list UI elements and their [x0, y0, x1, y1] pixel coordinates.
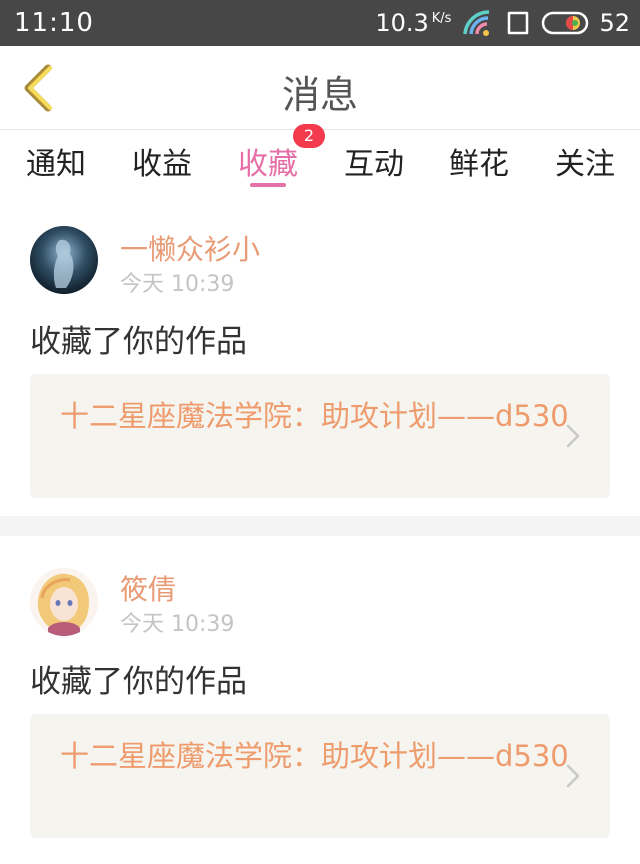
sim-icon	[508, 11, 529, 35]
timestamp: 今天 10:39	[120, 612, 235, 637]
avatar-image	[30, 226, 98, 294]
tab-label: 互动	[344, 147, 404, 182]
tab-following[interactable]: 关注	[555, 139, 615, 189]
tab-earnings[interactable]: 收益	[132, 139, 192, 189]
username[interactable]: 筱倩	[120, 568, 176, 608]
chevron-right-icon	[566, 424, 580, 448]
wifi-icon	[463, 10, 490, 36]
page-title: 消息	[281, 73, 358, 117]
avatar-image	[30, 568, 98, 636]
active-tab-indicator	[250, 183, 286, 187]
network-speed-unit: K/s	[431, 11, 452, 26]
username[interactable]: 一懒众衫小	[120, 228, 260, 268]
message-card: 筱倩 今天 10:39 收藏了你的作品 十二星座魔法学院：助攻计划——d530	[0, 536, 640, 864]
network-speed: 10.3 K/s	[375, 9, 451, 37]
app-header: 消息	[0, 46, 640, 130]
tab-flowers[interactable]: 鲜花	[449, 139, 509, 189]
action-text: 收藏了你的作品	[30, 664, 247, 700]
work-link[interactable]: 十二星座魔法学院：助攻计划——d530	[30, 714, 610, 838]
tab-notifications[interactable]: 通知	[26, 139, 86, 189]
chevron-right-icon	[566, 764, 580, 788]
tab-interactions[interactable]: 互动	[344, 139, 404, 189]
action-text: 收藏了你的作品	[30, 324, 247, 360]
battery-level: 52	[599, 9, 630, 37]
tab-label: 关注	[555, 147, 615, 182]
message-card: 一懒众衫小 今天 10:39 收藏了你的作品 十二星座魔法学院：助攻计划——d5…	[0, 196, 640, 516]
work-title: 十二星座魔法学院：助攻计划——d530	[60, 399, 569, 433]
status-time: 11:10	[14, 8, 94, 38]
tab-label: 鲜花	[449, 147, 509, 182]
tab-label: 收益	[132, 147, 192, 182]
network-speed-value: 10.3	[375, 9, 429, 37]
battery-toggle-icon	[542, 11, 589, 35]
tab-label: 收藏	[238, 147, 298, 182]
timestamp: 今天 10:39	[120, 272, 235, 297]
avatar[interactable]	[30, 568, 98, 636]
work-link[interactable]: 十二星座魔法学院：助攻计划——d530	[30, 374, 610, 498]
work-title: 十二星座魔法学院：助攻计划——d530	[60, 739, 569, 773]
status-right: 10.3 K/s 52	[375, 6, 630, 40]
tab-favorites[interactable]: 收藏	[238, 139, 298, 189]
card-divider	[0, 516, 640, 536]
status-bar: 11:10 10.3 K/s 52	[0, 0, 640, 46]
avatar[interactable]	[30, 226, 98, 294]
tab-label: 通知	[26, 147, 86, 182]
favorites-count-badge: 2	[293, 124, 325, 148]
